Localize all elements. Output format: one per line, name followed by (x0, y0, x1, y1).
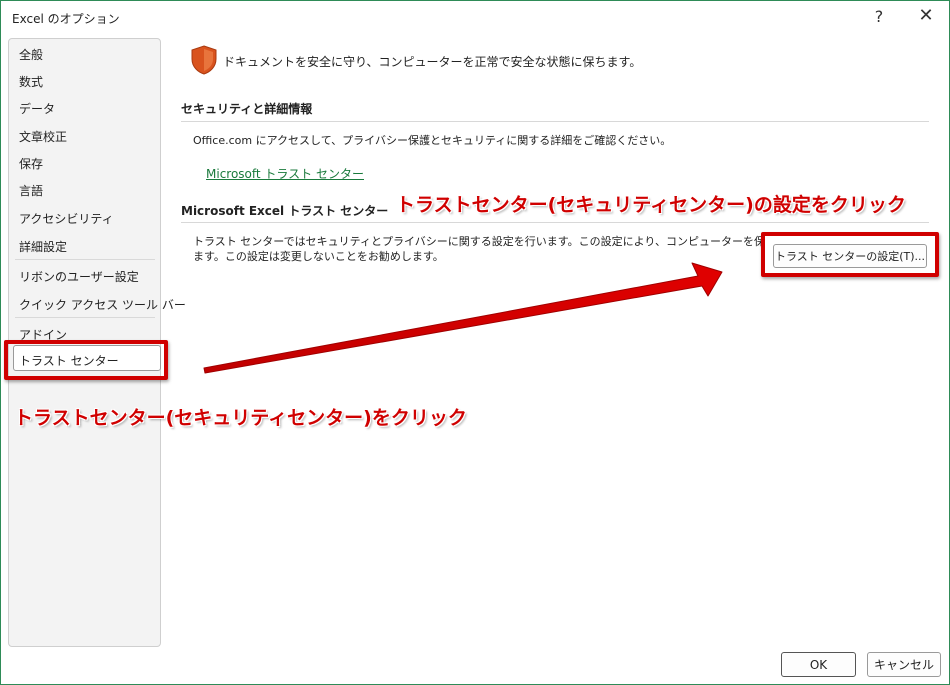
annotation-bottom: トラストセンター(セキュリティセンター)をクリック (14, 407, 467, 429)
ok-button[interactable]: OK (781, 652, 856, 677)
cancel-button[interactable]: キャンセル (867, 652, 941, 677)
annotation-top: トラストセンター(セキュリティセンター)の設定をクリック (396, 194, 906, 216)
annotation-arrow (203, 262, 723, 374)
